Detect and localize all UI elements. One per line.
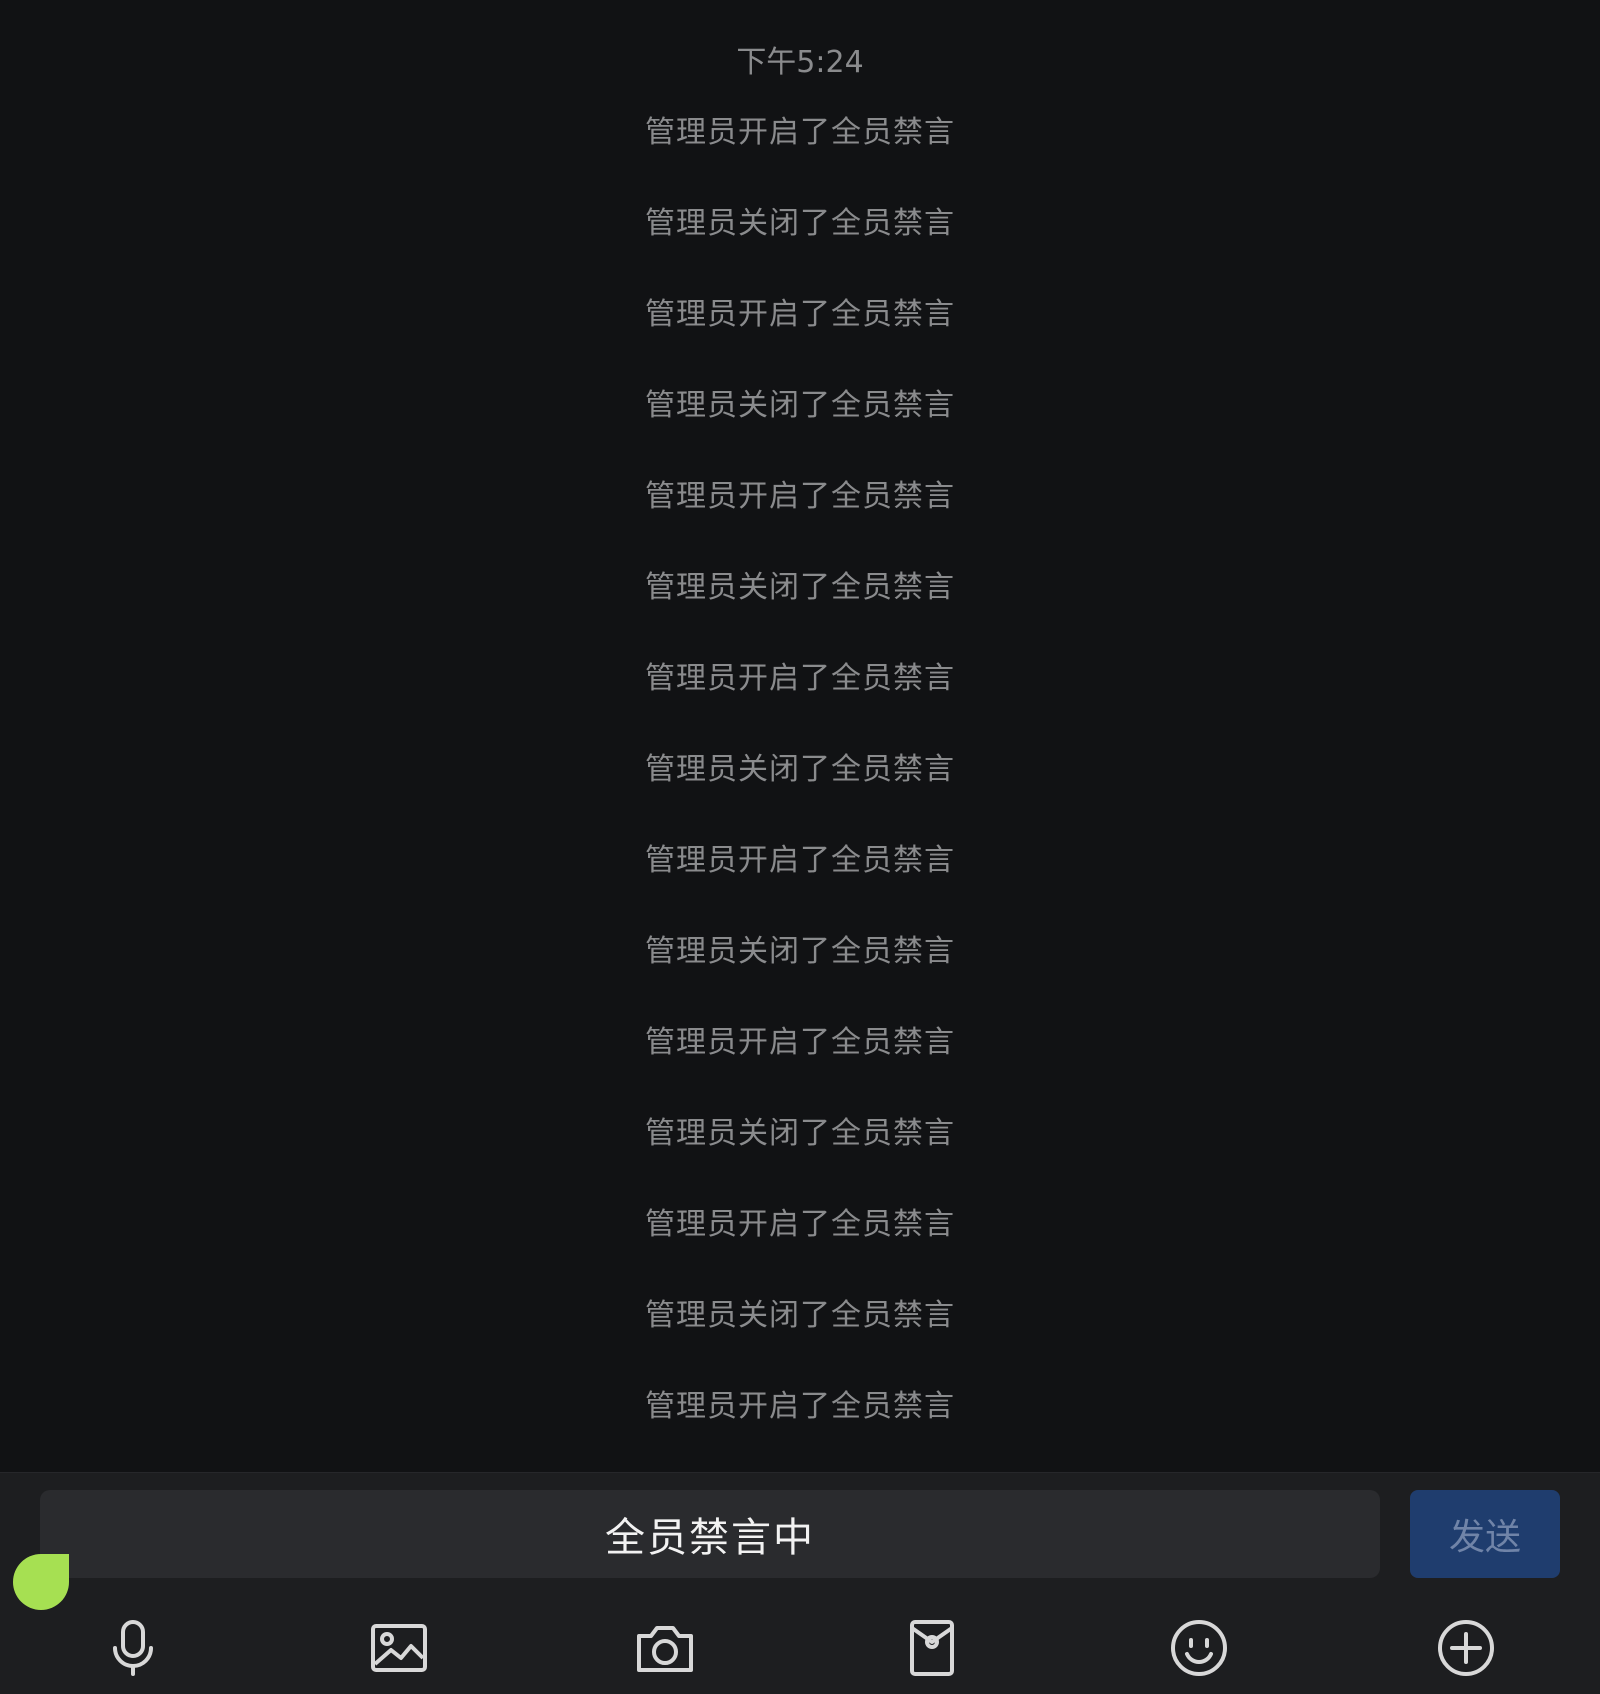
message-input[interactable]: 全员禁言中 <box>40 1490 1380 1578</box>
system-message: 管理员开启了全员禁言 <box>645 297 955 332</box>
input-toolbar <box>0 1613 1600 1693</box>
microphone-icon <box>113 1620 153 1676</box>
muted-notice: 全员禁言中 <box>605 1515 815 1561</box>
emoji-button[interactable] <box>1164 1613 1234 1683</box>
system-message: 管理员关闭了全员禁言 <box>645 752 955 787</box>
system-message: 管理员关闭了全员禁言 <box>645 206 955 241</box>
system-message: 管理员开启了全员禁言 <box>645 1025 955 1060</box>
system-message-list: 管理员开启了全员禁言 管理员关闭了全员禁言 管理员开启了全员禁言 管理员关闭了全… <box>0 108 1600 1473</box>
red-packet-icon <box>910 1620 954 1676</box>
system-message: 管理员开启了全员禁言 <box>645 843 955 878</box>
system-message: 管理员开启了全员禁言 <box>645 115 955 150</box>
floating-assistant-dot[interactable] <box>13 1554 69 1610</box>
camera-button[interactable] <box>630 1613 700 1683</box>
red-packet-button[interactable] <box>897 1613 967 1683</box>
microphone-button[interactable] <box>98 1613 168 1683</box>
image-icon <box>371 1624 427 1672</box>
system-message: 管理员关闭了全员禁言 <box>645 1116 955 1151</box>
emoji-icon <box>1171 1620 1227 1676</box>
more-button[interactable] <box>1431 1613 1501 1683</box>
input-bar: 全员禁言中 发送 <box>0 1472 1600 1694</box>
timestamp: 下午5:24 <box>736 45 864 80</box>
system-message: 管理员关闭了全员禁言 <box>645 570 955 605</box>
system-message: 管理员关闭了全员禁言 <box>645 1298 955 1333</box>
system-message: 管理员开启了全员禁言 <box>645 1207 955 1242</box>
chat-screen: 下午5:24 管理员开启了全员禁言 管理员关闭了全员禁言 管理员开启了全员禁言 … <box>0 0 1600 1694</box>
system-message: 管理员关闭了全员禁言 <box>645 388 955 423</box>
system-message: 管理员开启了全员禁言 <box>645 479 955 514</box>
image-button[interactable] <box>364 1613 434 1683</box>
system-message: 管理员开启了全员禁言 <box>645 661 955 696</box>
system-message: 管理员开启了全员禁言 <box>645 1389 955 1424</box>
message-list[interactable]: 下午5:24 管理员开启了全员禁言 管理员关闭了全员禁言 管理员开启了全员禁言 … <box>0 0 1600 1472</box>
plus-icon <box>1438 1620 1494 1676</box>
send-button[interactable]: 发送 <box>1410 1490 1560 1578</box>
camera-icon <box>637 1626 693 1672</box>
system-message: 管理员关闭了全员禁言 <box>645 934 955 969</box>
